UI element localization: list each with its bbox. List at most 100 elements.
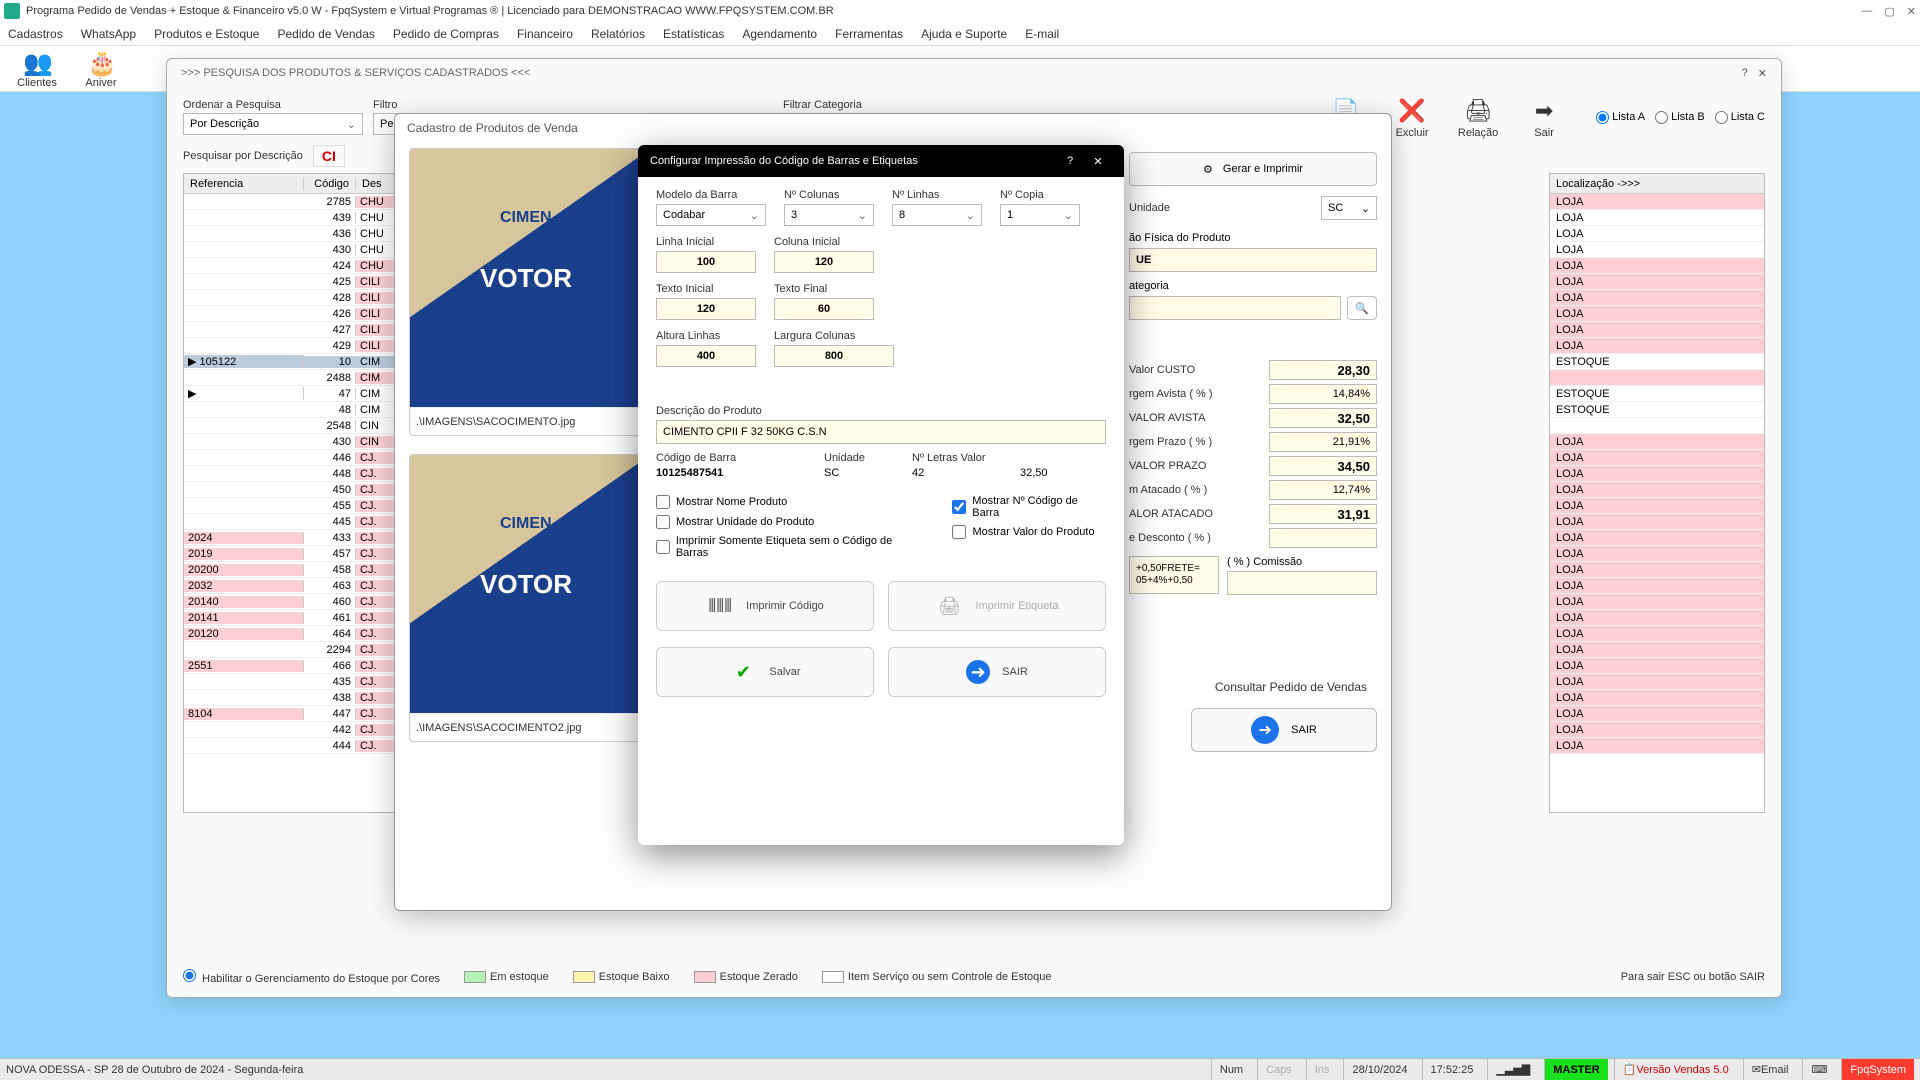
largura-colunas-field[interactable]: 800 xyxy=(774,345,894,367)
descricao-produto-field[interactable]: CIMENTO CPII F 32 50KG C.S.N xyxy=(656,420,1106,444)
table-row[interactable]: 425CILI xyxy=(184,274,426,290)
modal-sair-button[interactable]: ➜SAIR xyxy=(888,647,1106,697)
loc-row[interactable]: LOJA xyxy=(1550,578,1764,594)
loc-row[interactable]: LOJA xyxy=(1550,258,1764,274)
loc-row[interactable]: LOJA xyxy=(1550,706,1764,722)
loc-row[interactable]: LOJA xyxy=(1550,610,1764,626)
salvar-button[interactable]: ✔Salvar xyxy=(656,647,874,697)
loc-row[interactable]: ESTOQUE xyxy=(1550,386,1764,402)
table-row[interactable]: 2548CIN xyxy=(184,418,426,434)
table-row[interactable]: 455CJ. xyxy=(184,498,426,514)
close-icon[interactable]: ✕ xyxy=(1084,155,1112,168)
n-letras-field[interactable]: 42 xyxy=(912,467,1002,479)
valor-custo-field[interactable]: 28,30 xyxy=(1269,360,1377,380)
loc-row[interactable]: LOJA xyxy=(1550,322,1764,338)
table-row[interactable]: 2488CIM xyxy=(184,370,426,386)
table-row[interactable]: 20140460CJ. xyxy=(184,594,426,610)
lista-a-radio[interactable]: Lista A xyxy=(1596,111,1645,124)
col-header-loc[interactable]: Localização ->>> xyxy=(1550,174,1764,194)
loc-row[interactable]: LOJA xyxy=(1550,306,1764,322)
loc-row[interactable]: LOJA xyxy=(1550,290,1764,306)
table-row[interactable]: 436CHU xyxy=(184,226,426,242)
loc-row[interactable]: LOJA xyxy=(1550,434,1764,450)
loc-row[interactable]: LOJA xyxy=(1550,338,1764,354)
menu-produtos-e-estoque[interactable]: Produtos e Estoque xyxy=(154,27,259,41)
desconto-field[interactable] xyxy=(1269,528,1377,548)
product-image-1[interactable]: CIMENVOTOR .\IMAGENS\SACOCIMENTO.jpg xyxy=(409,148,643,436)
lista-c-radio[interactable]: Lista C xyxy=(1715,111,1765,124)
status-versao[interactable]: 📋 Versão Vendas 5.0 xyxy=(1614,1059,1737,1080)
table-row[interactable]: 444CJ. xyxy=(184,738,426,754)
texto-final-field[interactable]: 60 xyxy=(774,298,874,320)
table-row[interactable]: 435CJ. xyxy=(184,674,426,690)
relação-button[interactable]: 🖨Relação xyxy=(1448,95,1508,139)
loc-row[interactable]: LOJA xyxy=(1550,466,1764,482)
loc-row[interactable]: LOJA xyxy=(1550,738,1764,754)
table-row[interactable]: 448CJ. xyxy=(184,466,426,482)
menu-whatsapp[interactable]: WhatsApp xyxy=(81,27,136,41)
close-icon[interactable]: ✕ xyxy=(1758,67,1767,80)
table-row[interactable]: 445CJ. xyxy=(184,514,426,530)
loc-row[interactable]: LOJA xyxy=(1550,530,1764,546)
status-fpqsystem[interactable]: FpqSystem xyxy=(1841,1059,1914,1080)
search-categoria-button[interactable]: 🔍 xyxy=(1347,296,1377,320)
menu-e-mail[interactable]: E-mail xyxy=(1025,27,1059,41)
loc-row[interactable]: LOJA xyxy=(1550,626,1764,642)
menu-agendamento[interactable]: Agendamento xyxy=(742,27,817,41)
margem-avista-field[interactable]: 14,84% xyxy=(1269,384,1377,404)
table-row[interactable]: 2019457CJ. xyxy=(184,546,426,562)
valor-prazo-field[interactable]: 34,50 xyxy=(1269,456,1377,476)
loc-row[interactable]: LOJA xyxy=(1550,722,1764,738)
table-row[interactable]: 48CIM xyxy=(184,402,426,418)
menu-estatísticas[interactable]: Estatísticas xyxy=(663,27,724,41)
products-grid[interactable]: Referencia Código Des 2785CHU439CHU436CH… xyxy=(183,173,427,813)
table-row[interactable]: 8104447CJ. xyxy=(184,706,426,722)
frete-field[interactable]: +0,50FRETE= 05+4%+0,50 xyxy=(1129,556,1219,594)
n-linhas-select[interactable]: 8 xyxy=(892,204,982,226)
unidade-select[interactable]: SC⌄ xyxy=(1321,196,1377,220)
menu-ferramentas[interactable]: Ferramentas xyxy=(835,27,903,41)
table-row[interactable]: 442CJ. xyxy=(184,722,426,738)
imprimir-somente-etiqueta-checkbox[interactable] xyxy=(656,540,670,554)
mostrar-nome-checkbox[interactable] xyxy=(656,495,670,509)
texto-inicial-field[interactable]: 120 xyxy=(656,298,756,320)
imprimir-codigo-button[interactable]: ⦀⦀⦀Imprimir Código xyxy=(656,581,874,631)
loc-row[interactable]: LOJA xyxy=(1550,658,1764,674)
sair-button[interactable]: ➡Sair xyxy=(1514,95,1574,139)
consultar-pedido-link[interactable]: Consultar Pedido de Vendas xyxy=(1215,680,1367,694)
fisica-field[interactable]: UE xyxy=(1129,248,1377,272)
table-row[interactable]: 20141461CJ. xyxy=(184,610,426,626)
loc-row[interactable]: LOJA xyxy=(1550,562,1764,578)
table-row[interactable]: 430CIN xyxy=(184,434,426,450)
help-icon[interactable]: ? xyxy=(1742,67,1748,79)
codigo-barra-field[interactable]: 10125487541 xyxy=(656,467,806,479)
col-header-ref[interactable]: Referencia xyxy=(184,178,304,190)
loc-row[interactable]: LOJA xyxy=(1550,514,1764,530)
table-row[interactable]: 424CHU xyxy=(184,258,426,274)
loc-row[interactable]: LOJA xyxy=(1550,482,1764,498)
lista-b-radio[interactable]: Lista B xyxy=(1655,111,1705,124)
unidade-field[interactable]: SC xyxy=(824,467,894,479)
loc-row[interactable]: LOJA xyxy=(1550,242,1764,258)
table-row[interactable]: 450CJ. xyxy=(184,482,426,498)
loc-row[interactable]: LOJA xyxy=(1550,690,1764,706)
menu-ajuda-e-suporte[interactable]: Ajuda e Suporte xyxy=(921,27,1007,41)
loc-row[interactable]: LOJA xyxy=(1550,194,1764,210)
cadastro-sair-button[interactable]: ➜ SAIR xyxy=(1191,708,1377,752)
loc-row[interactable]: LOJA xyxy=(1550,450,1764,466)
table-row[interactable]: 439CHU xyxy=(184,210,426,226)
valor-avista-field[interactable]: 32,50 xyxy=(1269,408,1377,428)
categoria-field[interactable] xyxy=(1129,296,1341,320)
menu-relatórios[interactable]: Relatórios xyxy=(591,27,645,41)
localizacao-grid[interactable]: Localização ->>> LOJALOJALOJALOJALOJALOJ… xyxy=(1549,173,1765,813)
minimize-icon[interactable]: — xyxy=(1861,5,1872,18)
loc-row[interactable]: LOJA xyxy=(1550,498,1764,514)
table-row[interactable]: 430CHU xyxy=(184,242,426,258)
margem-atacado-field[interactable]: 12,74% xyxy=(1269,480,1377,500)
table-row[interactable]: 438CJ. xyxy=(184,690,426,706)
menu-cadastros[interactable]: Cadastros xyxy=(8,27,63,41)
linha-inicial-field[interactable]: 100 xyxy=(656,251,756,273)
n-copia-select[interactable]: 1 xyxy=(1000,204,1080,226)
table-row[interactable]: 427CILI xyxy=(184,322,426,338)
loc-row[interactable]: LOJA xyxy=(1550,546,1764,562)
